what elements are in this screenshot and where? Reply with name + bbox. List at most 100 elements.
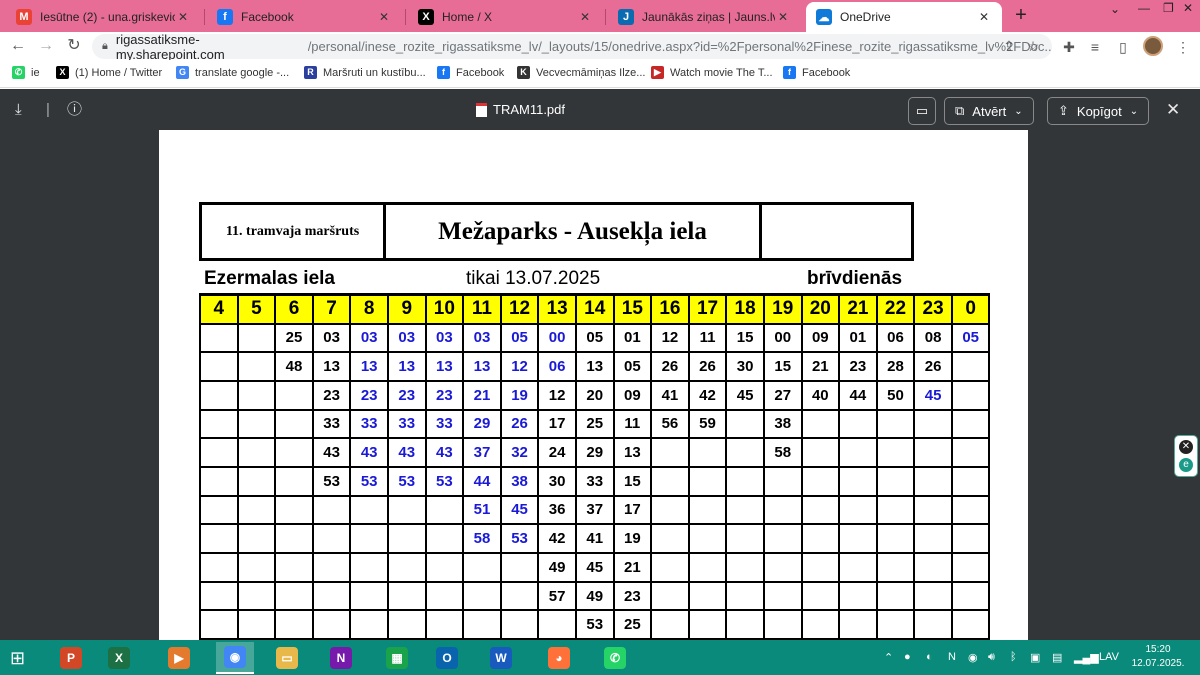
hour-cell: 13: [537, 293, 577, 325]
minute-cell: [236, 465, 277, 497]
tray-app-icon[interactable]: ●: [904, 651, 911, 663]
hour-cell: 23: [913, 293, 953, 325]
minute-cell: 23: [424, 379, 465, 411]
extensions-icon[interactable]: ✚: [1060, 38, 1078, 56]
empty-header-box: [759, 202, 914, 261]
word-app[interactable]: W: [482, 642, 520, 674]
restore-icon[interactable]: ❐: [1163, 1, 1174, 15]
back-icon[interactable]: ←: [8, 36, 28, 56]
minute-cell: [274, 552, 314, 583]
tray-chevron-icon[interactable]: ⌃: [884, 651, 893, 664]
chrome-app[interactable]: ◉: [216, 642, 254, 674]
bookmark-star-icon[interactable]: ☆: [1024, 37, 1042, 55]
share-page-icon[interactable]: ⇪: [1000, 37, 1018, 55]
excel-app[interactable]: X: [100, 642, 138, 674]
outlook-app[interactable]: O: [428, 642, 466, 674]
tray-app-icon[interactable]: ▤: [1052, 651, 1062, 664]
media-player-app[interactable]: ▶: [160, 642, 198, 674]
bookmark-item[interactable]: X (1) Home / Twitter: [56, 66, 162, 79]
minute-cell: [236, 494, 277, 526]
minute-cell: [950, 523, 991, 554]
forward-icon[interactable]: →: [36, 36, 56, 56]
tab-close-icon[interactable]: ✕: [775, 10, 791, 24]
close-viewer-icon[interactable]: ✕: [1166, 101, 1180, 119]
bookmark-item[interactable]: ✆ ie: [12, 66, 40, 79]
tab-facebook[interactable]: f Facebook ✕: [207, 4, 402, 30]
side-panel-icon[interactable]: ▯: [1114, 38, 1132, 56]
new-tab-button[interactable]: +: [1010, 5, 1032, 27]
timetable: 4 5 6 7 8 9 10 11 12 13 14 15 16 17 18 19 20 21 22 23 0 25 03 0…: [199, 293, 991, 640]
minute-cell: 01: [838, 322, 878, 354]
tab-label: Iesūtne (2) - una.griskevica@g: [40, 10, 175, 24]
tab-jauns[interactable]: J Jaunākās ziņas | Jauns.lv ✕: [608, 4, 801, 30]
tab-x[interactable]: X Home / X ✕: [408, 4, 603, 30]
onenote-tray-icon[interactable]: N: [948, 651, 956, 663]
minute-cell: 45: [574, 552, 615, 583]
reload-icon[interactable]: ↻: [64, 36, 84, 56]
volume-icon[interactable]: 🔊︎: [988, 651, 995, 664]
firefox-app[interactable]: ◕: [540, 642, 578, 674]
minutes-row: 25 03 03 03 03 03 05 00 05 01 12 11 15 00 09 01 06 08 05: [199, 322, 991, 354]
tray-app-icon[interactable]: ◉: [968, 651, 978, 664]
minute-cell: [838, 609, 878, 640]
minute-cell: [311, 494, 352, 526]
side-widget[interactable]: ✕ e: [1174, 435, 1198, 477]
x-icon: X: [418, 9, 434, 25]
bookmark-item[interactable]: Gtranslate google -...: [176, 66, 289, 79]
close-window-icon[interactable]: ✕: [1183, 1, 1193, 15]
wifi-signal-icon[interactable]: ▂▄▆: [1074, 651, 1099, 664]
minute-cell: [762, 552, 803, 583]
tab-label: Home / X: [442, 10, 493, 24]
tray-app-icon[interactable]: ▣: [1030, 651, 1040, 664]
file-explorer-app[interactable]: ▭: [268, 642, 306, 674]
minute-cell: [800, 609, 841, 640]
minute-cell: 33: [386, 408, 427, 440]
minute-cell: 06: [537, 351, 577, 382]
clock[interactable]: 15:20 12.07.2025.: [1128, 643, 1188, 671]
tab-close-icon[interactable]: ✕: [376, 10, 392, 24]
bookmark-item[interactable]: f Facebook: [437, 66, 504, 79]
share-button[interactable]: ⇪ Kopīgot ⌄: [1047, 97, 1149, 125]
tab-close-icon[interactable]: ✕: [175, 10, 191, 24]
open-button[interactable]: ⧉ Atvērt ⌄: [944, 97, 1034, 125]
tab-close-icon[interactable]: ✕: [577, 10, 593, 24]
whatsapp-app[interactable]: ✆: [596, 642, 634, 674]
onenote-app[interactable]: N: [322, 642, 360, 674]
comment-button[interactable]: ▭: [908, 97, 936, 125]
bookmark-item[interactable]: K Vecvecmāmiņas Ilze...: [517, 66, 645, 79]
language-indicator[interactable]: LAV: [1099, 651, 1119, 663]
share-label: Kopīgot: [1076, 103, 1122, 119]
edge-icon[interactable]: e: [1179, 458, 1193, 472]
profile-avatar[interactable]: [1143, 36, 1163, 56]
pdf-file-icon: [476, 102, 487, 117]
windows-start-icon[interactable]: ⊞: [10, 648, 25, 669]
tab-onedrive[interactable]: ☁ OneDrive ✕: [806, 2, 1002, 32]
download-icon[interactable]: ⤓: [15, 101, 22, 119]
minute-cell: [274, 437, 314, 468]
tab-close-icon[interactable]: ✕: [976, 10, 992, 24]
minute-cell: 26: [687, 351, 728, 382]
ms-store-app[interactable]: ▦: [378, 642, 416, 674]
bookmark-item[interactable]: f Facebook: [783, 66, 850, 79]
minute-cell: [875, 437, 916, 468]
minimize-icon[interactable]: —: [1138, 1, 1150, 15]
tray-app-icon[interactable]: ◐: [926, 651, 933, 663]
minute-cell: [274, 609, 314, 640]
dropdown-chevron-icon[interactable]: ⌄: [1110, 2, 1120, 16]
bluetooth-icon[interactable]: ᛒ: [1010, 651, 1017, 663]
powerpoint-app[interactable]: P: [52, 642, 90, 674]
minute-cell: [274, 408, 314, 440]
address-bar[interactable]: 🔒︎ rigassatiksme-my.sharepoint.com /pers…: [92, 32, 1052, 62]
tab-gmail[interactable]: M Iesūtne (2) - una.griskevica@g✕: [6, 4, 201, 30]
menu-icon[interactable]: ⋮: [1174, 38, 1192, 56]
minute-cell: [424, 609, 465, 640]
divider: |: [46, 101, 50, 118]
bookmark-item[interactable]: ▶ Watch movie The T...: [651, 66, 773, 79]
bookmark-item[interactable]: R Maršruti un kustību...: [304, 66, 426, 79]
bookmark-label: Facebook: [802, 66, 851, 79]
minute-cell: [838, 523, 878, 554]
media-control-icon[interactable]: ≡: [1086, 38, 1104, 56]
close-icon[interactable]: ✕: [1179, 440, 1193, 454]
info-icon[interactable]: ⓘ: [67, 101, 82, 119]
minute-cell: [950, 552, 991, 583]
